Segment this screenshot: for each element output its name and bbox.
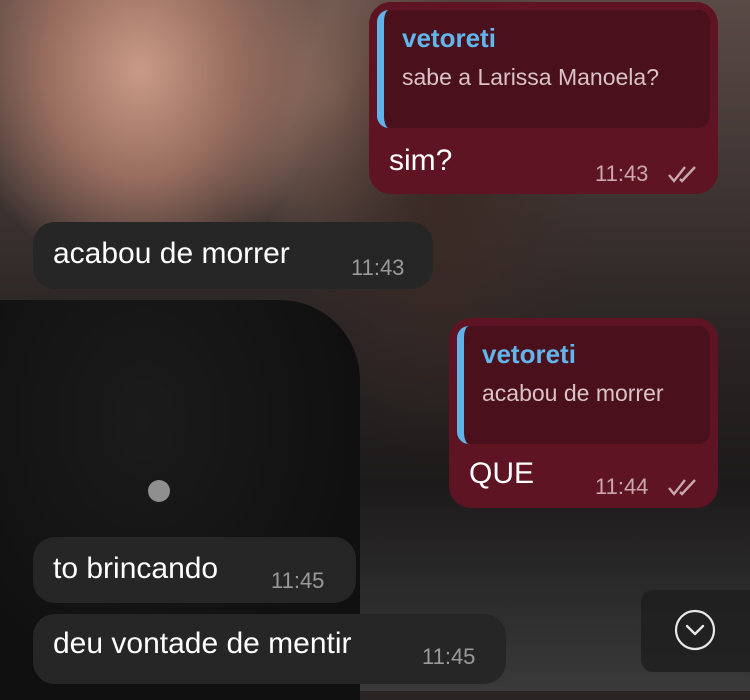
reply-sender-name: vetoreti [482,339,576,369]
message-time: 11:43 [595,161,649,186]
message-bubble-outgoing[interactable]: vetoreti sabe a Larissa Manoela? sim? 11… [369,2,718,194]
message-bubble-incoming[interactable]: deu vontade de mentir 11:45 [33,614,506,684]
scroll-to-bottom-button[interactable] [641,590,750,672]
wallpaper-button [148,480,170,502]
message-time: 11:45 [271,568,325,593]
double-check-icon [668,166,696,183]
reply-text: acabou de morrer [482,380,664,406]
message-text: deu vontade de mentir [53,627,352,660]
message-bubble-outgoing[interactable]: vetoreti acabou de morrer QUE 11:44 [449,318,718,508]
message-time: 11:44 [595,474,649,499]
message-bubble-incoming[interactable]: to brincando 11:45 [33,537,356,603]
reply-sender-name: vetoreti [402,23,496,53]
chevron-down-circle-icon [674,609,716,651]
message-time: 11:45 [422,644,476,669]
message-text: acabou de morrer [53,237,290,270]
message-time: 11:43 [351,255,405,280]
reply-text: sabe a Larissa Manoela? [402,64,659,90]
message-text: to brincando [53,552,219,585]
message-bubble-incoming[interactable]: acabou de morrer 11:43 [33,222,433,289]
message-text: sim? [389,144,453,177]
message-text: QUE [469,457,535,490]
reply-quote[interactable]: vetoreti acabou de morrer [457,326,710,444]
double-check-icon [668,479,696,496]
reply-quote[interactable]: vetoreti sabe a Larissa Manoela? [377,10,710,128]
